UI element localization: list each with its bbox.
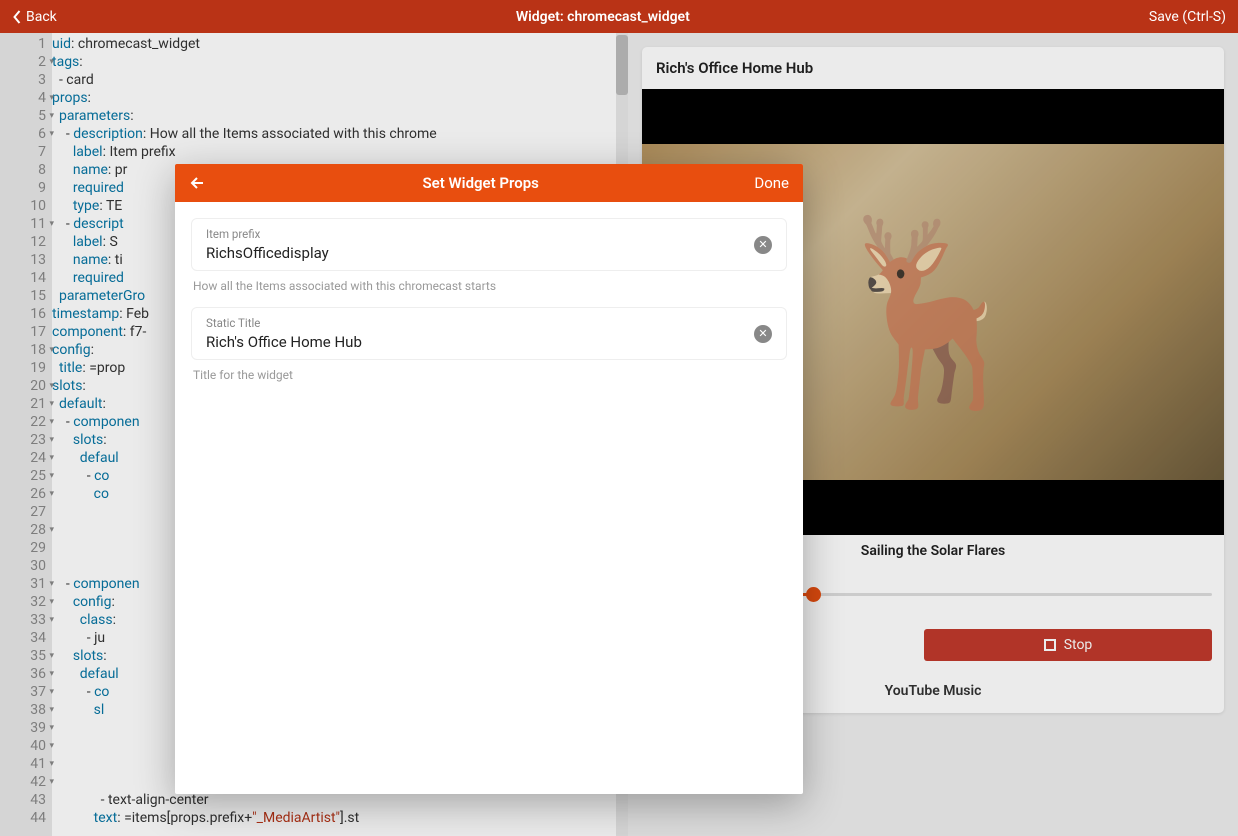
clear-button[interactable]: ✕ xyxy=(754,236,772,254)
page-title: Widget: chromecast_widget xyxy=(57,9,1149,25)
modal-body: Item prefix ✕ How all the Items associat… xyxy=(175,202,803,412)
save-button[interactable]: Save (Ctrl-S) xyxy=(1149,9,1226,25)
stop-button[interactable]: Stop xyxy=(924,629,1212,661)
modal-title: Set Widget Props xyxy=(207,174,754,192)
modal-done-button[interactable]: Done xyxy=(754,174,789,192)
set-widget-props-modal: Set Widget Props Done Item prefix ✕ How … xyxy=(175,164,803,794)
back-label: Back xyxy=(26,9,57,25)
field-help: How all the Items associated with this c… xyxy=(191,277,787,307)
stop-label: Stop xyxy=(1064,637,1093,653)
close-icon: ✕ xyxy=(758,238,767,251)
field-label: Static Title xyxy=(206,316,754,330)
arrow-left-icon xyxy=(189,174,207,192)
slider-thumb[interactable] xyxy=(806,587,821,602)
close-icon: ✕ xyxy=(758,327,767,340)
slider-track xyxy=(768,593,1212,596)
volume-slider[interactable] xyxy=(768,587,1212,596)
modal-back-button[interactable] xyxy=(189,174,207,192)
line-gutter: 1234567891011121314151617181920212223242… xyxy=(0,33,52,836)
modal-header: Set Widget Props Done xyxy=(175,164,803,202)
field-label: Item prefix xyxy=(206,227,754,241)
scrollbar-thumb[interactable] xyxy=(616,35,628,95)
item-prefix-input[interactable] xyxy=(206,244,754,262)
field-help: Title for the widget xyxy=(191,366,787,396)
chevron-left-icon xyxy=(12,9,23,25)
field-static-title[interactable]: Static Title ✕ xyxy=(191,307,787,360)
static-title-input[interactable] xyxy=(206,333,754,351)
widget-title: Rich's Office Home Hub xyxy=(642,47,1224,89)
field-item-prefix[interactable]: Item prefix ✕ xyxy=(191,218,787,271)
stop-icon xyxy=(1044,639,1056,651)
back-button[interactable]: Back xyxy=(12,9,57,25)
clear-button[interactable]: ✕ xyxy=(754,325,772,343)
deer-illustration: 🦌 xyxy=(821,207,1045,418)
app-header: Back Widget: chromecast_widget Save (Ctr… xyxy=(0,0,1238,33)
